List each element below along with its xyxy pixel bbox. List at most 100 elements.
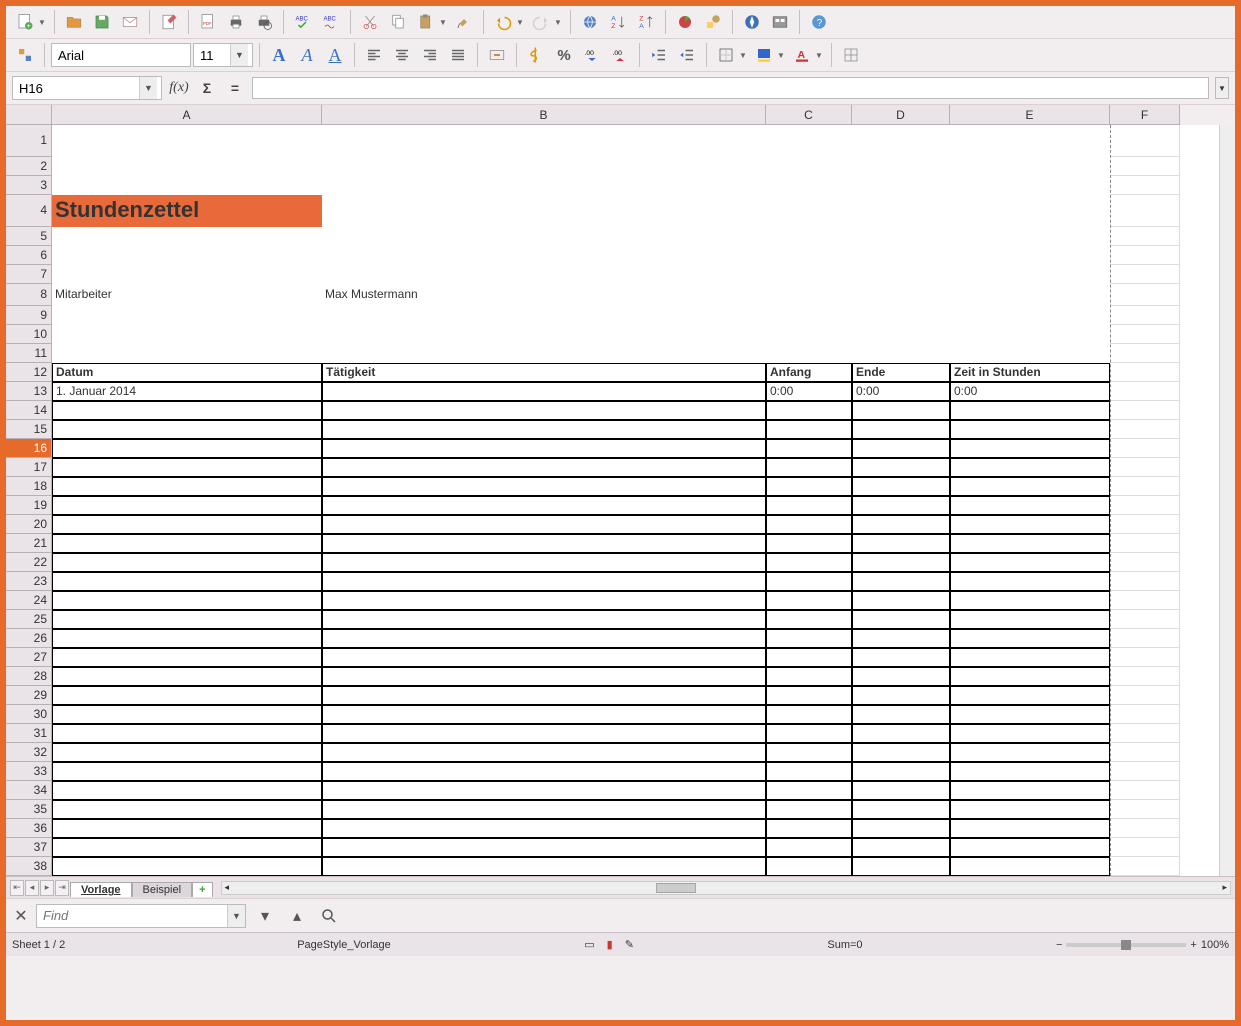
row-header[interactable]: 18 [6, 477, 52, 496]
cell[interactable] [1110, 496, 1180, 515]
cell[interactable] [852, 705, 950, 724]
cell[interactable] [52, 534, 322, 553]
styles-icon[interactable] [12, 42, 38, 68]
row-header[interactable]: 7 [6, 265, 52, 284]
cell[interactable] [1110, 125, 1180, 157]
cell[interactable] [766, 648, 852, 667]
cell[interactable] [950, 439, 1110, 458]
row-header[interactable]: 33 [6, 762, 52, 781]
cell[interactable] [852, 401, 950, 420]
cell[interactable] [322, 157, 766, 176]
cell[interactable] [322, 439, 766, 458]
row-header[interactable]: 19 [6, 496, 52, 515]
find-combo[interactable]: ▼ [36, 904, 246, 928]
row-header[interactable]: 24 [6, 591, 52, 610]
row-header[interactable]: 34 [6, 781, 52, 800]
activity-cell[interactable] [322, 382, 766, 401]
cell[interactable] [52, 705, 322, 724]
column-header[interactable]: D [852, 105, 950, 125]
cell[interactable] [52, 610, 322, 629]
cell[interactable] [950, 819, 1110, 838]
font-size-input[interactable] [194, 44, 230, 66]
cell[interactable] [766, 819, 852, 838]
cell[interactable] [322, 125, 766, 157]
cell[interactable] [1110, 420, 1180, 439]
cell[interactable] [766, 344, 852, 363]
fontcolor-icon[interactable]: A [789, 42, 815, 68]
cell[interactable] [852, 420, 950, 439]
borders-dropdown-icon[interactable]: ▼ [739, 51, 749, 60]
row-header[interactable]: 38 [6, 857, 52, 876]
cell[interactable] [852, 648, 950, 667]
align-left-icon[interactable] [361, 42, 387, 68]
cell[interactable] [52, 176, 322, 195]
cell[interactable] [766, 458, 852, 477]
cell[interactable] [950, 125, 1110, 157]
merge-cells-icon[interactable] [484, 42, 510, 68]
cell[interactable] [950, 344, 1110, 363]
zoom-control[interactable]: − + 100% [1056, 939, 1229, 951]
cell[interactable] [852, 781, 950, 800]
cell[interactable] [852, 157, 950, 176]
cell[interactable] [1110, 458, 1180, 477]
align-right-icon[interactable] [417, 42, 443, 68]
cell[interactable] [1110, 477, 1180, 496]
open-icon[interactable] [61, 9, 87, 35]
column-header[interactable]: E [950, 105, 1110, 125]
cell[interactable] [766, 629, 852, 648]
cell[interactable] [852, 534, 950, 553]
align-justify-icon[interactable] [445, 42, 471, 68]
cell[interactable] [322, 458, 766, 477]
fontcolor-dropdown-icon[interactable]: ▼ [815, 51, 825, 60]
cell[interactable] [1110, 705, 1180, 724]
start-cell[interactable]: 0:00 [766, 382, 852, 401]
cell[interactable] [52, 553, 322, 572]
cell[interactable] [52, 439, 322, 458]
cell[interactable] [322, 553, 766, 572]
function-wizard-icon[interactable]: f(x) [168, 77, 190, 99]
title-cell[interactable]: Stundenzettel [52, 195, 322, 227]
cell[interactable] [852, 195, 950, 227]
cell[interactable] [52, 246, 322, 265]
cell[interactable] [322, 344, 766, 363]
row-header[interactable]: 2 [6, 157, 52, 176]
cell[interactable] [322, 838, 766, 857]
cell[interactable] [766, 157, 852, 176]
row-header[interactable]: 15 [6, 420, 52, 439]
end-cell[interactable]: 0:00 [852, 382, 950, 401]
cell[interactable] [852, 496, 950, 515]
table-header-cell[interactable]: Ende [852, 363, 950, 382]
increase-indent-icon[interactable] [674, 42, 700, 68]
table-header-cell[interactable]: Anfang [766, 363, 852, 382]
row-header[interactable]: 11 [6, 344, 52, 363]
grid-lines-icon[interactable] [838, 42, 864, 68]
cell[interactable] [1110, 686, 1180, 705]
cell[interactable] [766, 743, 852, 762]
tab-first-icon[interactable]: ⇤ [10, 880, 24, 896]
select-all-corner[interactable] [6, 105, 52, 125]
employee-name-cell[interactable]: Max Mustermann [322, 284, 766, 306]
cell[interactable] [852, 306, 950, 325]
cell[interactable] [52, 781, 322, 800]
close-findbar-icon[interactable]: ✕ [12, 907, 30, 925]
cell[interactable] [950, 401, 1110, 420]
row-header[interactable]: 32 [6, 743, 52, 762]
font-size-dropdown-icon[interactable]: ▼ [230, 44, 248, 66]
cell[interactable] [1110, 439, 1180, 458]
cell[interactable] [1110, 306, 1180, 325]
cell[interactable] [52, 344, 322, 363]
cell[interactable] [322, 743, 766, 762]
cell[interactable] [950, 648, 1110, 667]
cell[interactable] [1110, 591, 1180, 610]
remove-decimal-icon[interactable]: .00 [607, 42, 633, 68]
cell[interactable] [1110, 363, 1180, 382]
cell[interactable] [852, 591, 950, 610]
new-doc-icon[interactable]: + [12, 9, 38, 35]
paste-dropdown-icon[interactable]: ▼ [439, 18, 449, 27]
cell[interactable] [1110, 284, 1180, 306]
cell[interactable] [852, 325, 950, 344]
row-header[interactable]: 37 [6, 838, 52, 857]
cell[interactable] [950, 610, 1110, 629]
cell[interactable] [52, 477, 322, 496]
cell[interactable] [1110, 838, 1180, 857]
